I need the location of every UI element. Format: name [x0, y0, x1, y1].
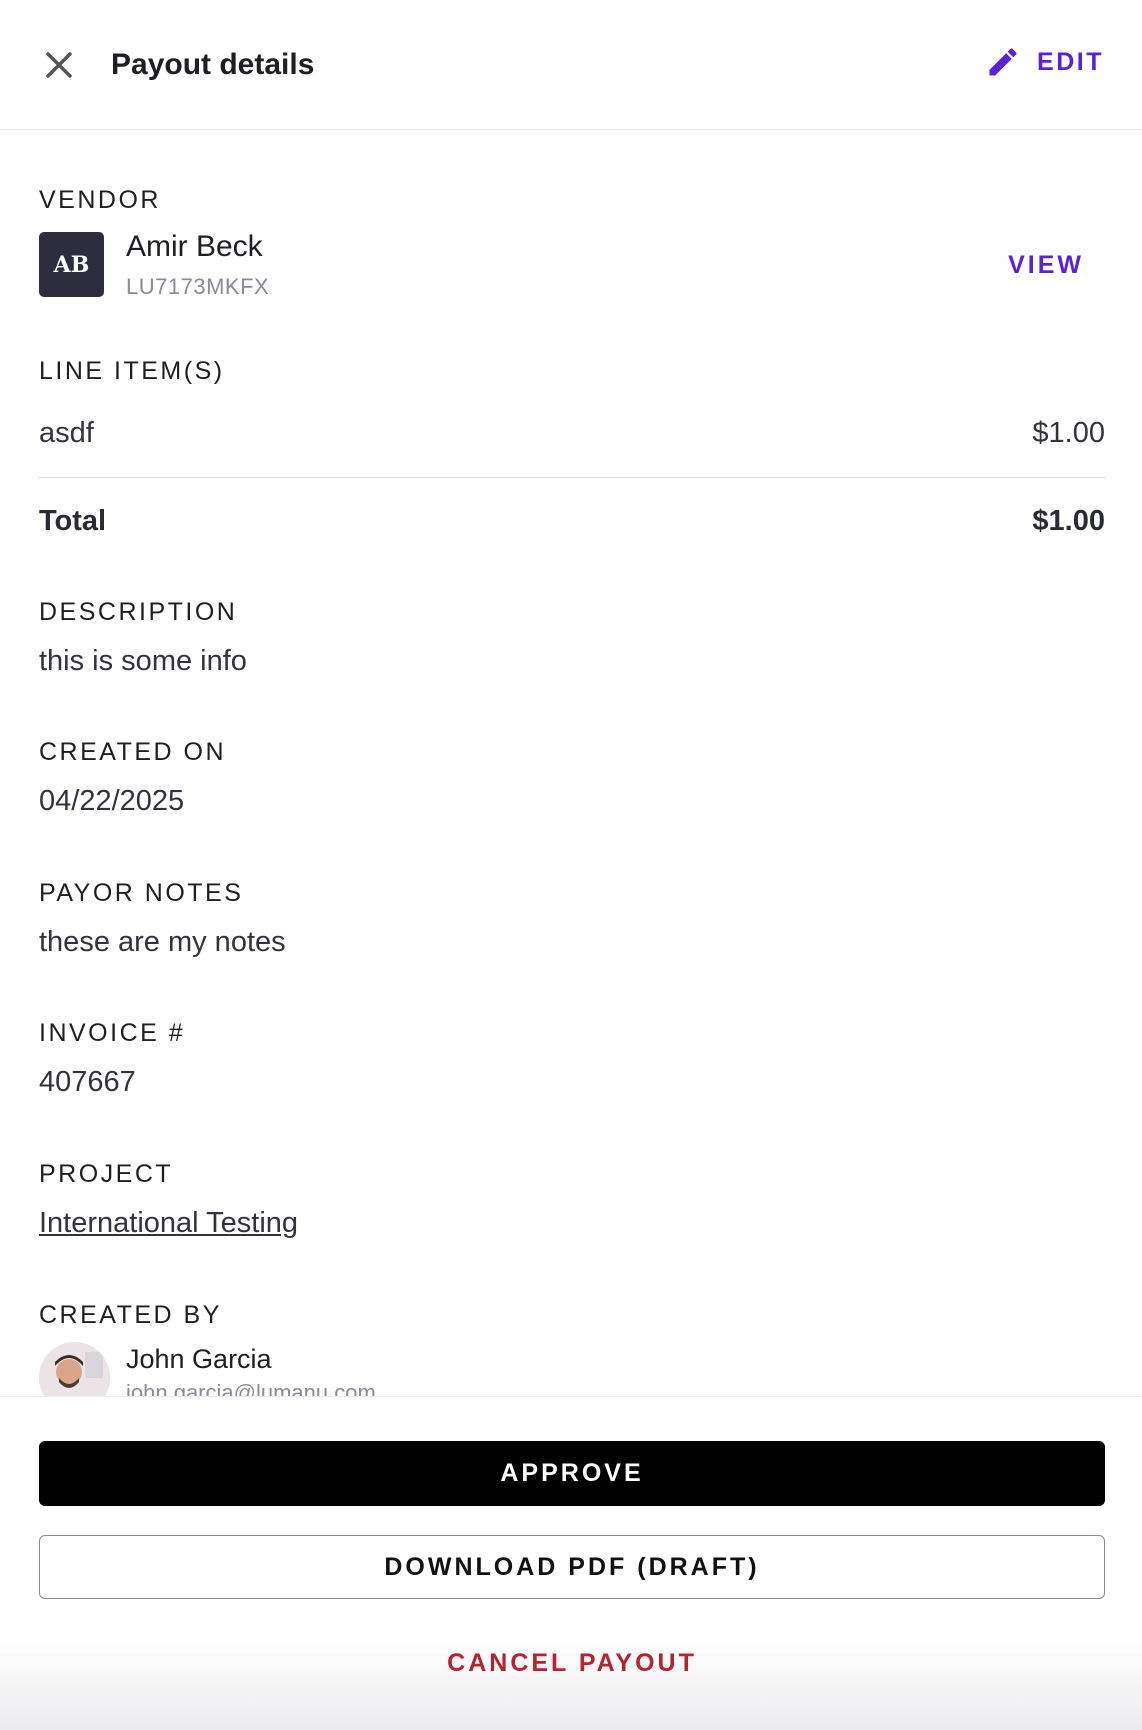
- invoice-value: 407667: [39, 1066, 136, 1098]
- close-icon: [46, 52, 72, 78]
- total-row: Total $1.00: [39, 505, 1105, 538]
- person-icon: [39, 1342, 110, 1396]
- approve-button[interactable]: APPROVE: [39, 1441, 1105, 1506]
- line-item-name: asdf: [39, 417, 94, 449]
- pencil-icon: [989, 48, 1017, 76]
- action-footer: APPROVE DOWNLOAD PDF (DRAFT) CANCEL PAYO…: [0, 1396, 1142, 1730]
- total-label: Total: [39, 505, 107, 537]
- line-item-amount: $1.00: [1032, 417, 1105, 449]
- payor-notes-value: these are my notes: [39, 926, 286, 958]
- project-label: PROJECT: [39, 1160, 174, 1188]
- line-items-divider: [39, 477, 1105, 478]
- cancel-payout-button[interactable]: CANCEL PAYOUT: [39, 1631, 1105, 1695]
- description-label: DESCRIPTION: [39, 598, 238, 626]
- creator-name: John Garcia: [126, 1344, 272, 1374]
- download-pdf-button[interactable]: DOWNLOAD PDF (DRAFT): [39, 1535, 1105, 1599]
- creator-email: john.garcia@lumanu.com: [126, 1380, 376, 1396]
- header: Payout details EDIT: [0, 0, 1142, 130]
- payor-notes-label: PAYOR NOTES: [39, 879, 244, 907]
- line-item-row: asdf $1.00: [39, 417, 1105, 450]
- created-on-label: CREATED ON: [39, 738, 227, 766]
- invoice-label: INVOICE #: [39, 1019, 186, 1047]
- created-by-label: CREATED BY: [39, 1301, 222, 1329]
- created-on-value: 04/22/2025: [39, 785, 185, 817]
- creator-avatar: [39, 1342, 110, 1396]
- description-value: this is some info: [39, 645, 247, 677]
- vendor-label: VENDOR: [39, 186, 161, 214]
- vendor-id: LU7173MKFX: [126, 274, 270, 299]
- vendor-avatar: AB: [39, 232, 104, 297]
- project-link[interactable]: International Testing: [39, 1207, 298, 1240]
- edit-button[interactable]: EDIT: [985, 44, 1104, 80]
- view-vendor-button[interactable]: VIEW: [1008, 251, 1084, 280]
- close-button[interactable]: [42, 48, 76, 82]
- total-amount: $1.00: [1032, 505, 1105, 537]
- edit-label: EDIT: [1037, 47, 1104, 76]
- vendor-name: Amir Beck: [126, 230, 263, 263]
- page-title: Payout details: [111, 48, 315, 81]
- payout-details-content[interactable]: VENDOR AB Amir Beck LU7173MKFX VIEW LINE…: [39, 130, 1105, 1396]
- line-items-label: LINE ITEM(S): [39, 357, 225, 385]
